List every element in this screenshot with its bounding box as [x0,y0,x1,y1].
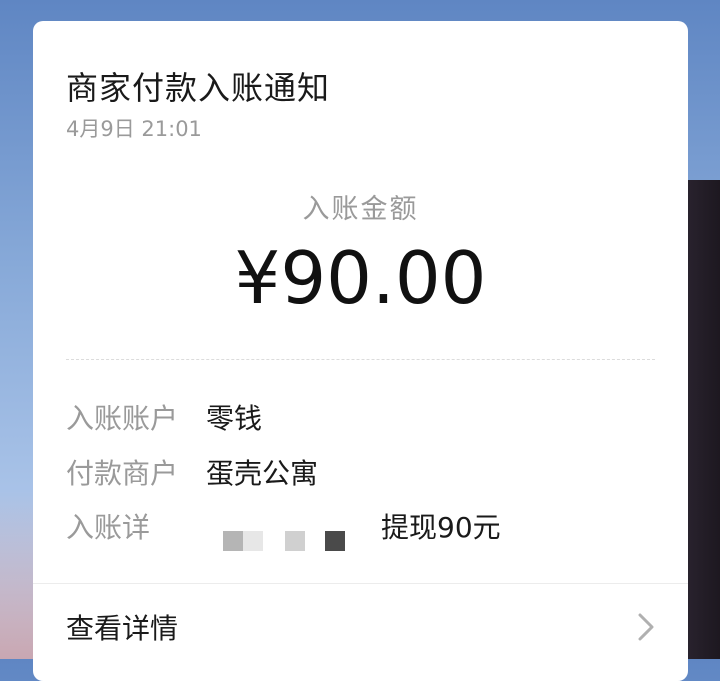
row-label: 付款商户 [66,457,179,490]
amount-value: ¥90.00 [234,236,487,320]
notification-card: 商家付款入账通知 4月9日 21:01 入账金额 ¥90.00 入账账户 零钱 付… [33,21,688,681]
redaction-mosaic [243,531,263,551]
notification-datetime: 4月9日 21:01 [66,117,202,141]
row-label: 入账详 [66,511,151,544]
divider [66,359,655,360]
row-merchant: 付款商户 蛋壳公寓 [66,452,318,492]
row-value: 零钱 [206,402,263,435]
footer-divider [33,583,688,584]
redaction-mosaic [223,531,243,551]
background-shape [0,489,34,659]
row-detail: 入账详 [66,506,150,546]
chevron-right-icon[interactable] [636,611,658,643]
notification-title: 商家付款入账通知 [66,69,331,107]
row-label: 入账账户 [66,402,179,435]
redaction-mosaic [285,531,305,551]
row-value: 提现90元 [381,511,501,544]
redaction-mosaic [325,531,345,551]
row-value: 蛋壳公寓 [206,457,319,490]
amount-label: 入账金额 [302,194,419,225]
row-account: 入账账户 零钱 [66,397,262,437]
view-details-link[interactable]: 查看详情 [66,607,178,647]
